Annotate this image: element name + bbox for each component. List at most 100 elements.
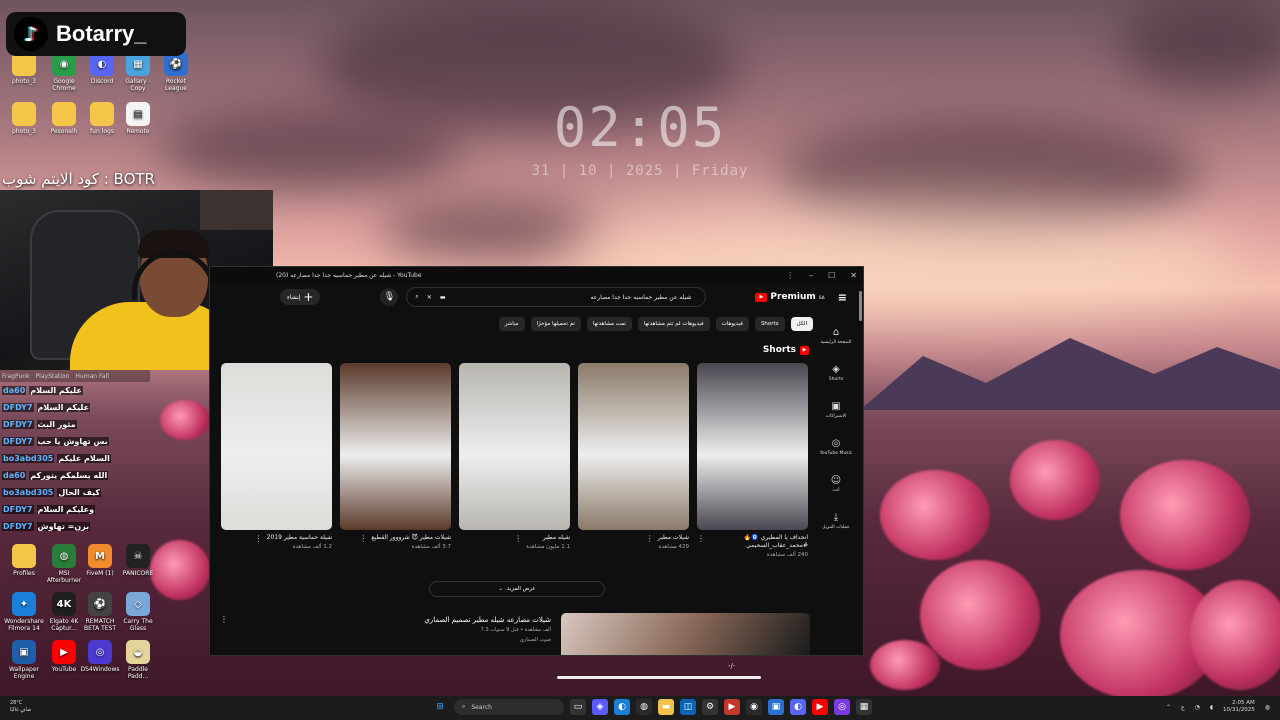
- outlook-icon[interactable]: ◫: [680, 699, 696, 715]
- photos-icon[interactable]: ▣: [768, 699, 784, 715]
- network-icon[interactable]: ◔: [1195, 704, 1200, 711]
- chat-tab[interactable]: PlayStation: [36, 373, 70, 380]
- chat-tab[interactable]: FragPunk: [2, 373, 30, 380]
- desktop-icon[interactable]: ◐ Discord: [82, 52, 122, 85]
- media-progress[interactable]: [557, 676, 761, 679]
- desktop-icon[interactable]: ◎ DS4Windows: [80, 640, 120, 673]
- desktop-icon[interactable]: ✦ Wondershare Filmora 14: [4, 592, 44, 632]
- scrollbar[interactable]: [859, 291, 862, 321]
- desktop-icon[interactable]: ☠ PANICORE: [118, 544, 158, 577]
- desktop-icon[interactable]: photo_3: [4, 52, 44, 85]
- settings-icon[interactable]: ⚙: [702, 699, 718, 715]
- video-thumbnail[interactable]: [561, 613, 810, 655]
- xbox-icon[interactable]: ◍: [636, 699, 652, 715]
- filter-chip[interactable]: الكل: [790, 317, 813, 331]
- short-title[interactable]: انحداف يا المطيري 🧿🔥 #محمد_عقاب_السحيمي: [709, 534, 808, 550]
- desktop-icon[interactable]: photo_3: [4, 102, 44, 135]
- clear-icon[interactable]: ✕: [427, 294, 432, 301]
- desktop-icon[interactable]: Profiles: [4, 544, 44, 577]
- short-title[interactable]: شيلة حماسية مطير 2019: [267, 534, 332, 542]
- app-icon[interactable]: ▦: [856, 699, 872, 715]
- volume-icon[interactable]: ◖: [1210, 704, 1213, 711]
- desktop-icon[interactable]: ◒ Paddle Padd...: [118, 640, 158, 680]
- chevron-up-icon[interactable]: ⌃: [1166, 704, 1171, 711]
- youtube-studio-icon[interactable]: ▶: [812, 699, 828, 715]
- short-menu-icon[interactable]: ⋮: [255, 534, 263, 550]
- notification-icon[interactable]: ◍: [1265, 704, 1270, 711]
- desktop-icon[interactable]: ▤ Remote: [118, 102, 158, 135]
- sidebar-item[interactable]: ☺ أنت: [813, 465, 859, 502]
- youtube-app-icon[interactable]: ▶: [724, 699, 740, 715]
- sidebar-item[interactable]: ◎ YouTube Music: [813, 428, 859, 465]
- desktop-icon[interactable]: ▶ YouTube: [44, 640, 84, 673]
- filter-chip[interactable]: مباشر: [498, 317, 525, 331]
- short-thumbnail[interactable]: [221, 363, 332, 530]
- youtube-window[interactable]: شيله عن مطير حماسيه جدا جدا مصارعه (20) …: [209, 266, 864, 656]
- keyboard-icon[interactable]: ▬: [440, 294, 446, 301]
- desktop-icon[interactable]: ◉ Google Chrome: [44, 52, 84, 92]
- filter-chip[interactable]: Shorts: [754, 317, 785, 331]
- desktop-icon[interactable]: ◍ MSI Afterburner: [44, 544, 84, 584]
- short-title[interactable]: شيلات مطير 😈 شرووور القطيع: [371, 534, 451, 542]
- task-view-icon[interactable]: ▭: [570, 699, 586, 715]
- search-icon[interactable]: ⌕: [415, 293, 418, 301]
- language-indicator[interactable]: ع: [1181, 704, 1185, 711]
- ds4-icon[interactable]: ◎: [834, 699, 850, 715]
- video-channel[interactable]: صوت الصماري: [238, 635, 551, 645]
- video-menu-icon[interactable]: ⋮: [220, 613, 228, 655]
- youtube-logo[interactable]: ▶ Premium SA ≡: [755, 291, 847, 304]
- desktop-icon[interactable]: ▣ Wallpaper Engine: [4, 640, 44, 680]
- short-card[interactable]: انحداف يا المطيري 🧿🔥 #محمد_عقاب_السحيمي 2…: [697, 363, 808, 558]
- desktop-icon[interactable]: 4K Elgato 4K Captur...: [44, 592, 84, 632]
- search-input[interactable]: ⌕ ✕ ▬ شيله عن مطير حماسيه جدا جدا مصارعه: [406, 287, 707, 307]
- desktop-icon[interactable]: ⚽ REMATCH BETA TEST: [80, 592, 120, 632]
- copilot-icon[interactable]: ◈: [592, 699, 608, 715]
- video-result[interactable]: ⋮ شيلات مصارعه شيله مطير تصميم الصماري 7…: [220, 613, 810, 655]
- short-menu-icon[interactable]: ⋮: [697, 534, 705, 558]
- chat-tab[interactable]: Human Fall: [75, 373, 108, 380]
- desktop-icon[interactable]: ⚽ Rocket League: [156, 52, 196, 92]
- minimize-icon[interactable]: –: [809, 271, 813, 280]
- create-button[interactable]: إنشاء +: [280, 289, 321, 305]
- video-title[interactable]: شيلات مصارعه شيله مطير تصميم الصماري: [238, 615, 551, 625]
- short-thumbnail[interactable]: [459, 363, 570, 530]
- desktop-icon[interactable]: fun logs: [82, 102, 122, 135]
- desktop-icon[interactable]: ▦ Gallary - Copy: [118, 52, 158, 92]
- start-icon[interactable]: ⊞: [432, 699, 448, 715]
- short-thumbnail[interactable]: [697, 363, 808, 530]
- discord-icon[interactable]: ◐: [790, 699, 806, 715]
- sidebar-item[interactable]: ⌂ الصفحة الرئيسية: [813, 317, 859, 354]
- short-title[interactable]: شيله مطير: [526, 534, 570, 542]
- sidebar-item[interactable]: ⤓ عمليات التنزيل: [813, 502, 859, 539]
- filter-chip[interactable]: تم تحميلها مؤخرًا: [530, 317, 581, 331]
- desktop-icon[interactable]: ◇ Carry The Glass: [118, 592, 158, 632]
- filter-chip[interactable]: فيديوهات: [715, 317, 749, 331]
- taskbar-search[interactable]: ⌕ Search: [454, 699, 564, 715]
- short-card[interactable]: شيلات مطير 429 مشاهدة ⋮: [578, 363, 689, 558]
- short-menu-icon[interactable]: ⋮: [359, 534, 367, 550]
- close-icon[interactable]: ✕: [850, 271, 857, 280]
- short-card[interactable]: شيلات مطير 😈 شرووور القطيع 3.7 ألف مشاهدة…: [340, 363, 451, 558]
- filter-chip[interactable]: تمت مشاهدتها: [586, 317, 632, 331]
- short-card[interactable]: شيلة حماسية مطير 2019 1.2 ألف مشاهدة ⋮: [221, 363, 332, 558]
- show-more-button[interactable]: ⌄ عرض المزيد: [429, 581, 605, 597]
- file-explorer-icon[interactable]: ▬: [658, 699, 674, 715]
- maximize-icon[interactable]: ☐: [828, 271, 835, 280]
- sidebar-item[interactable]: ▣ الاشتراكات: [813, 391, 859, 428]
- edge-icon[interactable]: ◐: [614, 699, 630, 715]
- filter-chip[interactable]: فيديوهات لم تتم مشاهدتها: [637, 317, 710, 331]
- short-thumbnail[interactable]: [340, 363, 451, 530]
- more-icon[interactable]: ⋮: [786, 271, 794, 280]
- short-thumbnail[interactable]: [578, 363, 689, 530]
- desktop-icon[interactable]: Pesonalh: [44, 102, 84, 135]
- short-menu-icon[interactable]: ⋮: [514, 534, 522, 550]
- menu-icon[interactable]: ≡: [838, 291, 847, 304]
- sidebar-item[interactable]: ◈ Shorts: [813, 354, 859, 391]
- mic-icon[interactable]: 🎙: [380, 288, 399, 306]
- short-title[interactable]: شيلات مطير: [658, 534, 689, 542]
- tray-clock[interactable]: 2:05 AM 10/31/2025: [1223, 700, 1255, 714]
- short-card[interactable]: شيله مطير 1.1 مليون مشاهدة ⋮: [459, 363, 570, 558]
- obs-icon[interactable]: ◉: [746, 699, 762, 715]
- weather-widget[interactable]: 28°C صافٍ غالبًا: [10, 700, 31, 714]
- desktop-icon[interactable]: M FiveM (1): [80, 544, 120, 577]
